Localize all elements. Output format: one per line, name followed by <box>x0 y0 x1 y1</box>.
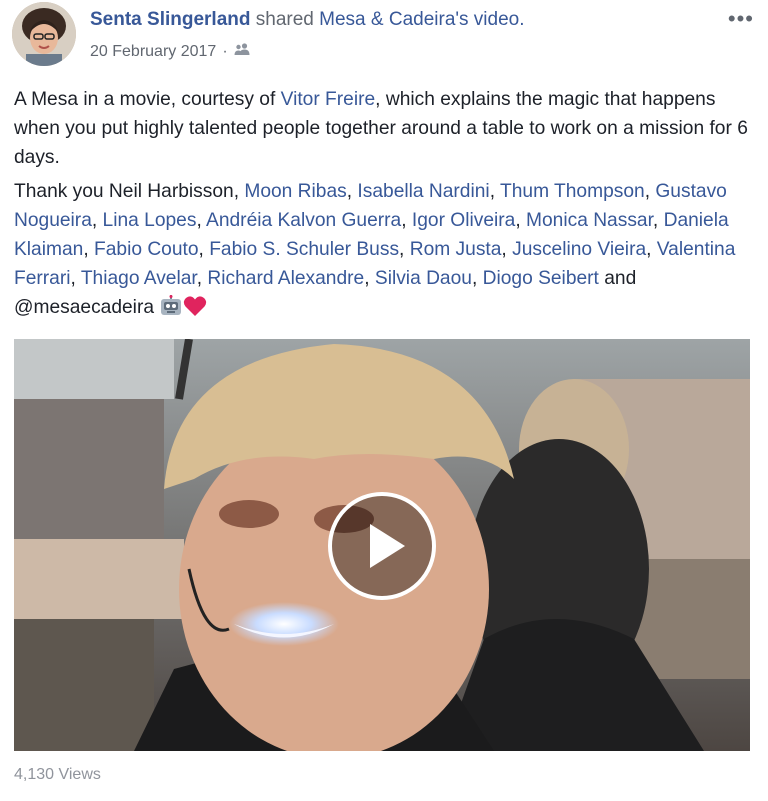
comma: , <box>515 210 527 231</box>
post-text-paragraph-1: A Mesa in a movie, courtesy of Vitor Fre… <box>14 85 759 172</box>
mention-link[interactable]: Igor Oliveira <box>412 210 515 231</box>
mention-link[interactable]: Thum Thompson <box>500 181 645 202</box>
mention-link[interactable]: Fabio S. Schuler Buss <box>209 239 399 260</box>
mention-link[interactable]: Juscelino Vieira <box>512 239 646 260</box>
mention-link[interactable]: Diogo Seibert <box>483 268 599 289</box>
shared-page-link[interactable]: Mesa & Cadeira's video. <box>319 9 524 30</box>
p1-text-before: A Mesa in a movie, courtesy of <box>14 89 281 110</box>
author-name-link[interactable]: Senta Slingerland <box>90 9 250 30</box>
mention-link[interactable]: Isabella Nardini <box>357 181 489 202</box>
mention-link[interactable]: Moon Ribas <box>244 181 346 202</box>
post-date[interactable]: 20 February 2017 <box>90 42 216 62</box>
more-options-icon[interactable]: ••• <box>728 6 754 32</box>
comma: , <box>399 239 410 260</box>
comma: , <box>196 268 208 289</box>
comma: , <box>346 181 358 202</box>
and-text: and <box>598 268 637 289</box>
post-header: Senta Slingerland shared Mesa & Cadeira'… <box>90 8 525 32</box>
comma: , <box>652 210 664 231</box>
mention-link[interactable]: Thiago Avelar <box>81 268 197 289</box>
comma: , <box>644 181 656 202</box>
comma: , <box>198 239 210 260</box>
comma: , <box>401 210 412 231</box>
mention-link[interactable]: Richard Alexandre <box>207 268 364 289</box>
comma: , <box>70 268 81 289</box>
handle-text: @mesaecadeira <box>14 297 154 318</box>
comma: , <box>501 239 513 260</box>
comma: , <box>196 210 207 231</box>
comma: , <box>646 239 657 260</box>
mention-link[interactable]: Monica Nassar <box>526 210 653 231</box>
mention-link[interactable]: Lina Lopes <box>103 210 197 231</box>
mention-link[interactable]: Silvia Daou <box>375 268 472 289</box>
mention-link[interactable]: Andréia Kalvon Guerra <box>206 210 401 231</box>
comma: , <box>471 268 483 289</box>
p2-intro: Thank you Neil Harbisson, <box>14 181 245 202</box>
comma: , <box>91 210 103 231</box>
shared-text: shared <box>255 9 314 30</box>
play-icon[interactable] <box>328 492 436 600</box>
friends-icon[interactable] <box>234 42 250 62</box>
heart-emoji <box>183 295 207 326</box>
author-avatar[interactable] <box>12 2 76 66</box>
video-view-count: 4,130 Views <box>14 766 101 783</box>
mention-link[interactable]: Fabio Couto <box>94 239 199 260</box>
facebook-post: Senta Slingerland shared Mesa & Cadeira'… <box>0 0 768 801</box>
mention-link[interactable]: Rom Justa <box>410 239 502 260</box>
post-text-paragraph-2: Thank you Neil Harbisson, Moon Ribas, Is… <box>14 177 759 326</box>
comma: , <box>364 268 375 289</box>
comma: , <box>489 181 501 202</box>
comma: , <box>83 239 94 260</box>
meta-separator: · <box>222 43 228 60</box>
mention-vitor-freire[interactable]: Vitor Freire <box>281 89 376 110</box>
robot-emoji <box>159 295 183 326</box>
post-meta: 20 February 2017 · <box>90 42 250 62</box>
